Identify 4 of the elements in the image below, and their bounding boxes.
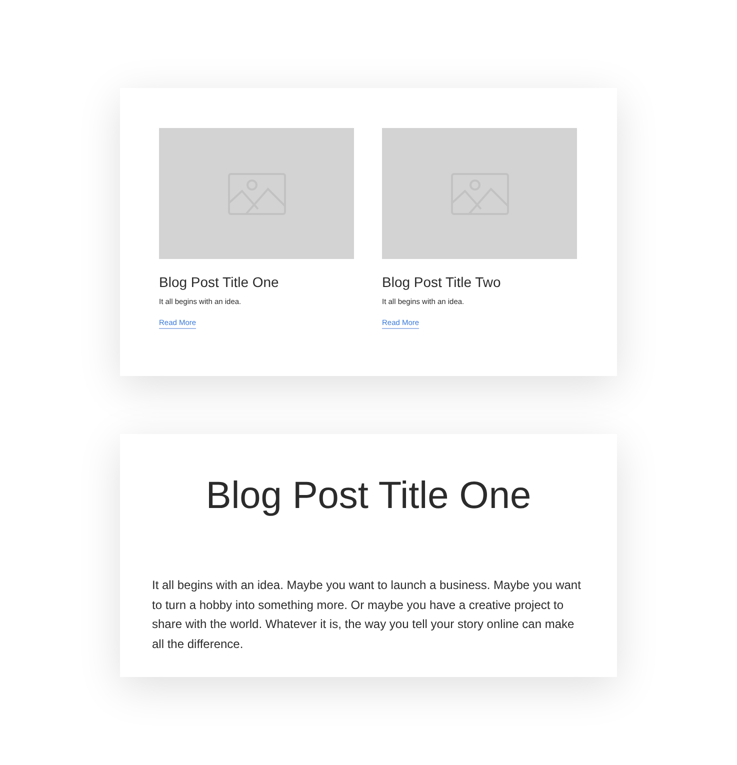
post-title: Blog Post Title Two xyxy=(382,273,502,291)
article-body: It all begins with an idea. Maybe you want to launch a business. Maybe you want to turn a hobby into something more. Or maybe you have a creative project to share with the world. Whatever it is, the way you tell your story online can make all the difference. xyxy=(152,577,582,652)
post-title: Blog Post Title One xyxy=(159,273,280,291)
article-title: Blog Post Title One xyxy=(204,474,532,519)
